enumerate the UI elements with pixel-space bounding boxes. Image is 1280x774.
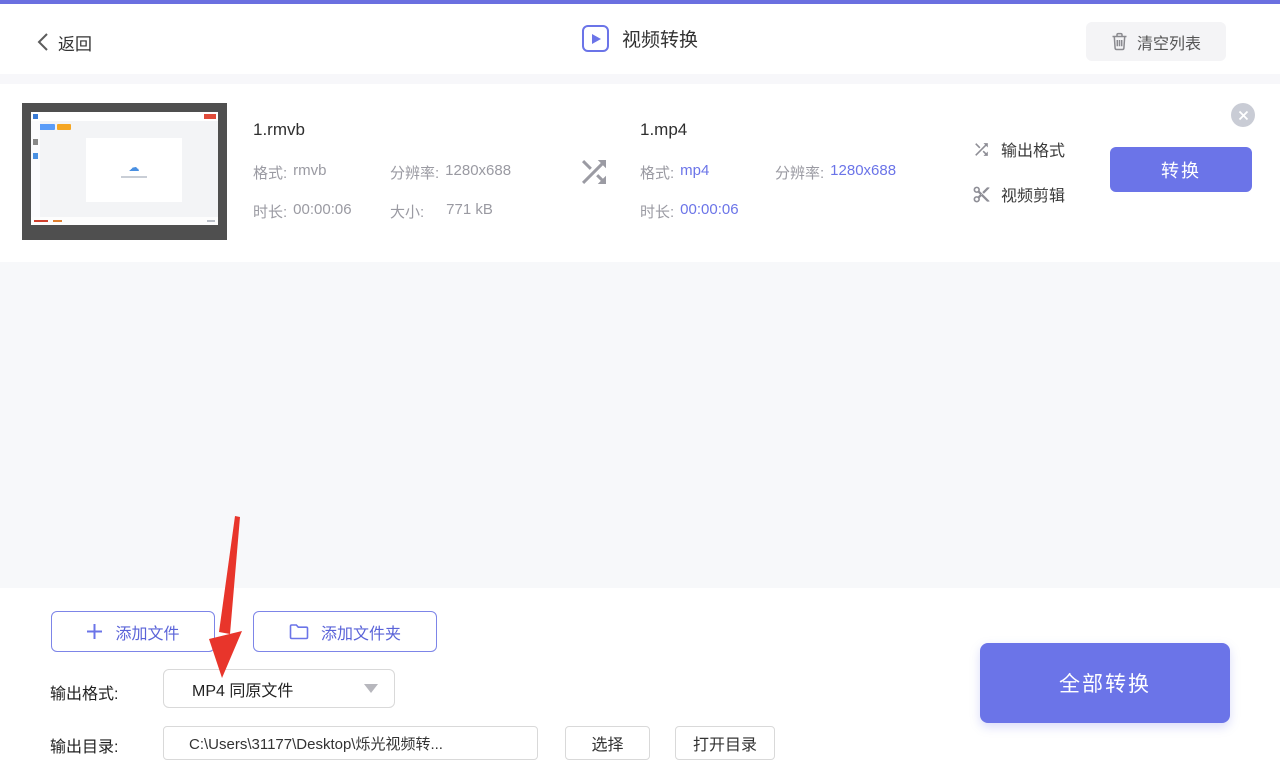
source-format-label: 格式: [253, 165, 288, 182]
source-duration: 时长: 00:00:06 [253, 201, 352, 222]
target-format-value: mp4 [680, 162, 710, 179]
file-list-item: ☁ 1.rmvb 格式: rmvb 分辨率: 1280x688 时长: 00:0… [0, 84, 1280, 262]
source-duration-label: 时长: [253, 204, 288, 221]
back-button[interactable]: 返回 [36, 27, 92, 57]
target-duration-value: 00:00:06 [680, 201, 739, 218]
shuffle-small-icon [972, 140, 991, 159]
source-resolution-value: 1280x688 [445, 162, 512, 179]
video-convert-icon [581, 25, 609, 52]
thumb-tab-orange [57, 124, 71, 130]
thumb-window: ☁ [31, 112, 218, 225]
footer-panel: 添加文件 添加文件夹 输出格式: MP4 同原文件 输出目录: C:\Users… [0, 588, 1280, 774]
triangle-down-icon [364, 684, 378, 693]
source-size: 大小: 771 kB [390, 201, 493, 222]
target-resolution: 分辨率: 1280x688 [775, 162, 896, 183]
target-file-name: 1.mp4 [640, 120, 688, 139]
thumb-status-red [34, 220, 48, 222]
thumb-sidebar [31, 121, 40, 225]
add-folder-button[interactable]: 添加文件夹 [253, 611, 437, 652]
source-resolution-label: 分辨率: [390, 165, 440, 182]
add-file-button[interactable]: 添加文件 [51, 611, 215, 652]
source-duration-value: 00:00:06 [293, 201, 352, 218]
shuffle-icon [576, 154, 612, 190]
page-title: 视频转换 [621, 30, 699, 51]
close-icon [1238, 110, 1249, 121]
thumb-sidebar-icon-1 [33, 139, 38, 145]
target-format: 格式: mp4 [640, 162, 709, 183]
header-bar: 返回 视频转换 清空列表 [0, 4, 1280, 74]
row-video-edit-label: 视频剪辑 [1001, 188, 1066, 205]
thumb-upload-panel: ☁ [86, 138, 182, 202]
video-thumbnail[interactable]: ☁ [22, 103, 227, 240]
thumb-cloud-caption [121, 175, 147, 178]
target-resolution-value: 1280x688 [830, 162, 897, 179]
target-resolution-label: 分辨率: [775, 165, 825, 182]
output-dir-input[interactable]: C:\Users\31177\Desktop\烁光视频转... [163, 726, 538, 760]
page-title-group: 视频转换 [581, 25, 699, 52]
row-output-format-action[interactable]: 输出格式 [972, 137, 1065, 161]
thumb-app-icon [33, 114, 38, 119]
row-output-format-label: 输出格式 [1001, 143, 1066, 160]
clear-list-label: 清空列表 [1136, 35, 1201, 53]
scissors-icon [972, 185, 991, 204]
open-dir-button[interactable]: 打开目录 [675, 726, 775, 760]
back-label: 返回 [58, 34, 92, 54]
convert-all-button[interactable]: 全部转换 [980, 643, 1230, 723]
plus-icon [86, 623, 103, 640]
remove-file-button[interactable] [1231, 103, 1255, 127]
source-format: 格式: rmvb [253, 162, 327, 183]
header-separator [0, 74, 1280, 84]
output-format-value: MP4 同原文件 [192, 682, 294, 700]
select-dir-button[interactable]: 选择 [565, 726, 650, 760]
target-format-label: 格式: [640, 165, 675, 182]
add-file-label: 添加文件 [115, 625, 180, 643]
row-video-edit-action[interactable]: 视频剪辑 [972, 182, 1065, 206]
thumb-cloud-icon: ☁ [128, 161, 140, 174]
clear-list-button[interactable]: 清空列表 [1086, 22, 1226, 61]
thumb-statusbar [31, 217, 218, 225]
source-format-value: rmvb [293, 162, 327, 179]
target-duration: 时长: 00:00:06 [640, 201, 739, 222]
thumb-status-orange [53, 220, 62, 222]
trash-icon [1111, 32, 1128, 51]
output-format-label: 输出格式: [50, 686, 119, 703]
thumb-sidebar-icon-2 [33, 153, 38, 159]
thumb-titlebar [31, 112, 218, 121]
target-duration-label: 时长: [640, 204, 675, 221]
thumb-status-gray [207, 220, 215, 222]
source-file-name: 1.rmvb [253, 120, 305, 139]
convert-button[interactable]: 转换 [1110, 147, 1252, 192]
thumb-close-badge [204, 114, 216, 119]
file-list-empty-area [0, 262, 1280, 588]
source-resolution: 分辨率: 1280x688 [390, 162, 511, 183]
add-folder-label: 添加文件夹 [320, 625, 401, 643]
source-size-value: 771 kB [446, 201, 493, 218]
output-format-select[interactable]: MP4 同原文件 [163, 669, 395, 708]
folder-icon [289, 623, 309, 640]
chevron-left-icon [36, 32, 49, 52]
source-size-label: 大小: [390, 204, 425, 221]
output-dir-label: 输出目录: [50, 739, 119, 756]
